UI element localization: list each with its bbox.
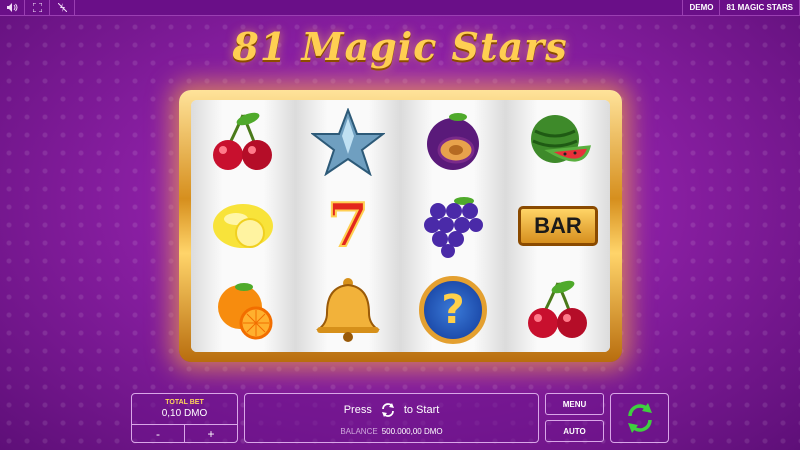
bar-symbol-text: BAR <box>534 213 582 238</box>
bet-increase-button[interactable]: + <box>185 424 237 442</box>
press-to-start: Press to Start <box>245 402 538 418</box>
total-bet-value: 0,10 DMO <box>161 408 208 419</box>
bell-icon <box>306 272 390 348</box>
orange-icon <box>201 272 285 348</box>
sound-icon[interactable] <box>0 0 25 15</box>
reel-1 <box>191 100 296 352</box>
spin-arrows-icon <box>381 403 394 417</box>
cherries-icon <box>201 104 285 180</box>
seven-symbol-text: 7 <box>326 191 370 261</box>
start-panel[interactable]: Press to Start BALANCE 500.000,00 DMO <box>244 393 539 443</box>
game-title: 81 Magic Stars <box>232 24 568 69</box>
seven-icon: 7 <box>306 188 390 264</box>
bar-symbol-plate: BAR <box>518 206 598 246</box>
bar-icon: BAR <box>516 188 600 264</box>
fast-mode-icon[interactable] <box>50 0 75 15</box>
mode-label: DEMO <box>682 0 719 15</box>
balance-value: 500.000,00 DMO <box>381 427 443 436</box>
bet-decrease-button[interactable]: - <box>132 424 185 442</box>
balance: BALANCE 500.000,00 DMO <box>245 427 538 436</box>
cherries-icon <box>516 272 600 348</box>
top-bar: DEMO 81 MAGIC STARS <box>0 0 800 16</box>
star-icon <box>306 104 390 180</box>
mystery-symbol-circle: ? <box>419 276 487 344</box>
reels: 7 ? BAR <box>191 100 610 352</box>
mystery-symbol-text: ? <box>441 287 465 333</box>
watermelon-icon <box>516 104 600 180</box>
game-name-label: 81 MAGIC STARS <box>719 0 800 15</box>
fullscreen-icon[interactable] <box>25 0 50 15</box>
balance-label: BALANCE <box>340 427 378 436</box>
spin-icon <box>627 403 652 433</box>
grapes-icon <box>411 188 495 264</box>
press-label: Press <box>343 404 372 416</box>
reel-2: 7 <box>296 100 401 352</box>
total-bet-panel: TOTAL BET 0,10 DMO - + <box>131 393 238 443</box>
mystery-icon: ? <box>411 272 495 348</box>
spin-button[interactable] <box>610 393 669 443</box>
to-start-label: to Start <box>403 404 440 416</box>
reel-3: ? <box>401 100 506 352</box>
lemon-icon <box>201 188 285 264</box>
menu-button[interactable]: MENU <box>545 393 604 415</box>
autoplay-button[interactable]: AUTO <box>545 420 604 442</box>
reels-frame: 7 ? BAR <box>179 90 622 362</box>
plum-icon <box>411 104 495 180</box>
reel-4: BAR <box>506 100 610 352</box>
total-bet-label: TOTAL BET <box>165 399 204 406</box>
